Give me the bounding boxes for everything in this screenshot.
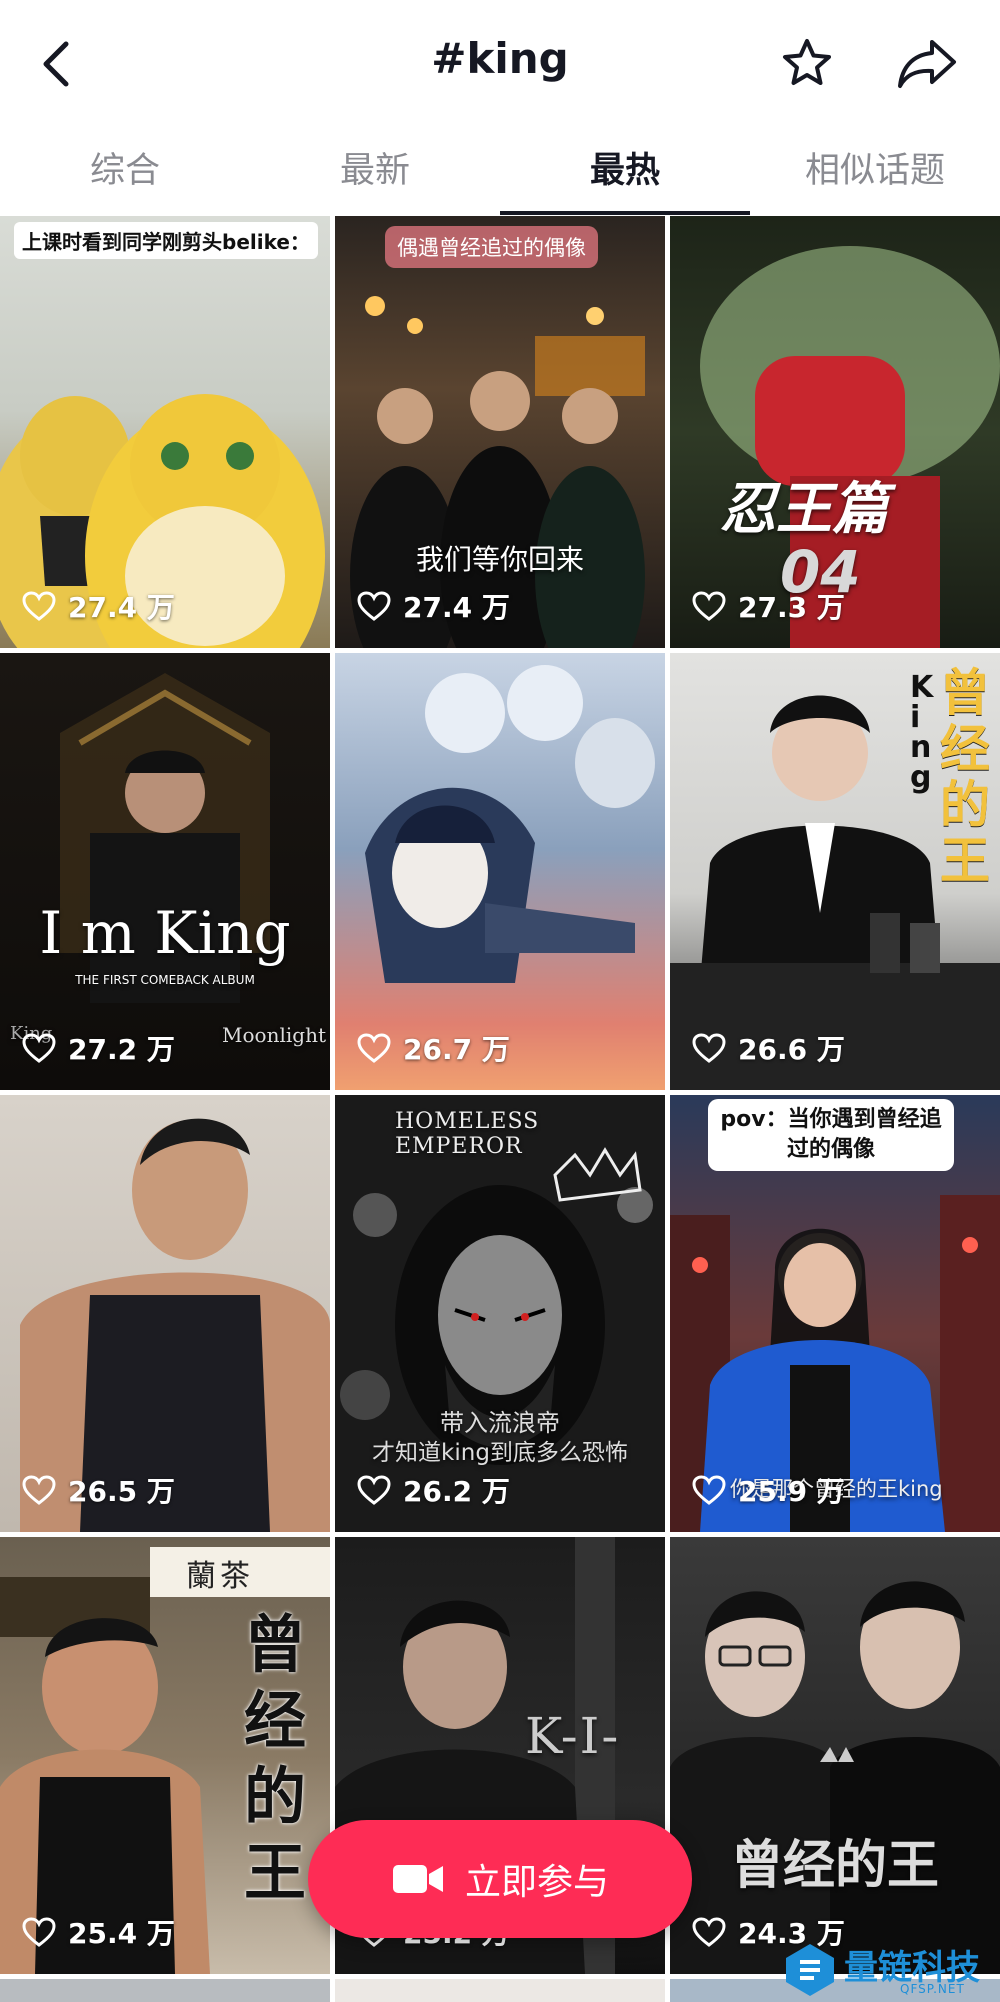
participate-button-label: 立即参与 bbox=[464, 1862, 609, 1903]
video-tag: HOMELESS EMPEROR bbox=[395, 1109, 540, 1159]
like-count-text: 27.4 万 bbox=[403, 591, 510, 624]
heart-icon bbox=[357, 1033, 391, 1063]
like-count-text: 25.9 万 bbox=[738, 1475, 845, 1508]
video-tag: 上课时看到同学刚剪头belike： bbox=[14, 222, 318, 259]
like-count: 25.4 万 bbox=[22, 1912, 175, 1952]
heart-icon bbox=[22, 1917, 56, 1947]
video-camera-icon bbox=[392, 1865, 443, 1893]
video-caption: 忍王篇 bbox=[720, 477, 888, 542]
heart-icon bbox=[22, 591, 56, 621]
heart-icon bbox=[22, 1033, 56, 1063]
heart-icon bbox=[692, 1475, 726, 1505]
shop-sign: 蘭茶 bbox=[186, 1559, 254, 1594]
video-thumbnail bbox=[20, 1118, 330, 1532]
heart-icon bbox=[22, 1475, 56, 1505]
like-count: 26.6 万 bbox=[692, 1028, 845, 1068]
video-grid: 上课时看到同学刚剪头belike： 27.4 万 偶遇曾经追过的偶像 我们等你回… bbox=[0, 216, 1000, 2002]
video-card[interactable]: pov：当你遇到曾经追过的偶像 你是那个曾经的王king 25.9 万 bbox=[670, 1095, 1000, 1532]
video-card[interactable]: 26.7 万 bbox=[335, 653, 665, 1090]
video-thumbnail bbox=[670, 1581, 1000, 1974]
video-caption: 曾经的王 bbox=[730, 1835, 939, 1896]
video-thumbnail bbox=[365, 665, 655, 983]
tab-hottest[interactable]: 最热 bbox=[500, 142, 750, 193]
video-card[interactable]: 曾经的王 24.3 万 bbox=[670, 1537, 1000, 1974]
like-count: 25.9 万 bbox=[692, 1470, 845, 1510]
video-card[interactable] bbox=[335, 1979, 665, 2002]
tab-comprehensive[interactable]: 综合 bbox=[0, 142, 250, 193]
like-count: 26.5 万 bbox=[22, 1470, 175, 1510]
video-card[interactable]: 蘭茶 曾经的王 25.4 万 bbox=[0, 1537, 330, 1974]
like-count-text: 26.6 万 bbox=[738, 1033, 845, 1066]
watermark: 量链科技 QFSP.NET bbox=[780, 1938, 1000, 2002]
heart-icon bbox=[692, 591, 726, 621]
like-count-text: 27.3 万 bbox=[738, 591, 845, 624]
video-thumbnail bbox=[350, 296, 645, 648]
star-icon[interactable] bbox=[780, 36, 834, 94]
like-count: 27.4 万 bbox=[357, 586, 510, 626]
video-tag: pov：当你遇到曾经追过的偶像 bbox=[708, 1099, 954, 1171]
video-caption: 我们等你回来 bbox=[415, 543, 584, 576]
like-count-text: 26.5 万 bbox=[68, 1475, 175, 1508]
like-count: 27.4 万 bbox=[22, 586, 175, 626]
video-caption-sub: King bbox=[910, 670, 934, 795]
video-card[interactable]: 上课时看到同学刚剪头belike： 27.4 万 bbox=[0, 216, 330, 648]
video-card[interactable]: 曾经的王 King 26.6 万 bbox=[670, 653, 1000, 1090]
heart-icon bbox=[692, 1033, 726, 1063]
watermark-subtext: QFSP.NET bbox=[900, 1982, 965, 1996]
video-card[interactable]: 忍王篇 04 27.3 万 bbox=[670, 216, 1000, 648]
video-caption-sub: 才知道king到底多么恐怖 bbox=[372, 1440, 628, 1466]
heart-icon bbox=[357, 1475, 391, 1505]
video-tag: 偶遇曾经追过的偶像 bbox=[385, 226, 598, 268]
like-count-text: 26.2 万 bbox=[403, 1475, 510, 1508]
page-title: #king bbox=[431, 34, 569, 83]
video-caption: I m King bbox=[39, 899, 291, 967]
like-count-text: 27.2 万 bbox=[68, 1033, 175, 1066]
like-count: 27.2 万 bbox=[22, 1028, 175, 1068]
video-card[interactable]: HOMELESS EMPEROR 带入流浪帝 才知道king到底多么恐怖 26.… bbox=[335, 1095, 665, 1532]
corner-text-right: Moonlight bbox=[222, 1023, 326, 1047]
like-count-text: 25.4 万 bbox=[68, 1917, 175, 1950]
video-card[interactable] bbox=[0, 1979, 330, 2002]
tab-latest[interactable]: 最新 bbox=[250, 142, 500, 193]
active-tab-indicator bbox=[500, 211, 750, 215]
tab-similar-topics[interactable]: 相似话题 bbox=[750, 142, 1000, 193]
watermark-logo-icon bbox=[786, 1944, 834, 1996]
heart-icon bbox=[357, 591, 391, 621]
like-count: 27.3 万 bbox=[692, 586, 845, 626]
video-card[interactable]: 偶遇曾经追过的偶像 我们等你回来 27.4 万 bbox=[335, 216, 665, 648]
tab-bar: 综合 最新 最热 相似话题 bbox=[0, 128, 1000, 214]
like-count-text: 26.7 万 bbox=[403, 1033, 510, 1066]
top-bar: #king bbox=[0, 0, 1000, 128]
video-card[interactable]: 26.5 万 bbox=[0, 1095, 330, 1532]
heart-icon bbox=[692, 1917, 726, 1947]
like-count: 26.2 万 bbox=[357, 1470, 510, 1510]
video-thumbnail bbox=[0, 394, 325, 648]
share-icon[interactable] bbox=[896, 38, 958, 94]
video-caption: K-I- bbox=[525, 1707, 621, 1765]
video-caption: 曾经的王 bbox=[940, 664, 990, 890]
participate-button[interactable]: 立即参与 bbox=[308, 1820, 692, 1938]
video-caption-sub: THE FIRST COMEBACK ALBUM bbox=[75, 973, 255, 987]
like-count-text: 27.4 万 bbox=[68, 591, 175, 624]
like-count: 26.7 万 bbox=[357, 1028, 510, 1068]
video-caption: 曾经的王 bbox=[244, 1608, 307, 1909]
video-card[interactable]: I m King THE FIRST COMEBACK ALBUM King M… bbox=[0, 653, 330, 1090]
